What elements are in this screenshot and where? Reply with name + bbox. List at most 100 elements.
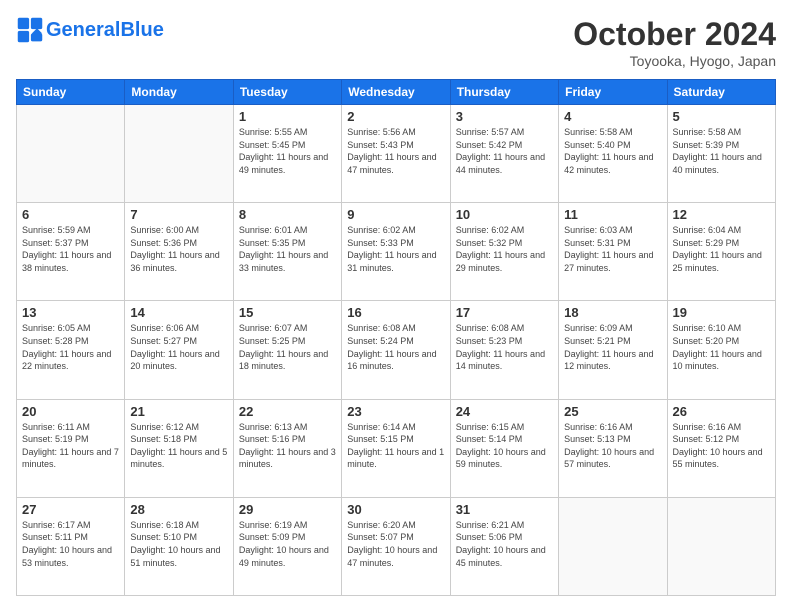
col-header-saturday: Saturday [667,80,775,105]
day-info: Sunrise: 6:10 AM Sunset: 5:20 PM Dayligh… [673,322,770,372]
week-row-2: 6Sunrise: 5:59 AM Sunset: 5:37 PM Daylig… [17,203,776,301]
day-info: Sunrise: 6:19 AM Sunset: 5:09 PM Dayligh… [239,519,336,569]
calendar-cell: 8 Sunrise: 6:01 AM Sunset: 5:35 PM Daylig… [233,203,341,301]
calendar-cell: 25 Sunrise: 6:16 AM Sunset: 5:13 PM Dayli… [559,399,667,497]
header: GeneralBlue October 2024 Toyooka, Hyogo,… [16,16,776,69]
day-number: 20 [22,404,119,419]
col-header-tuesday: Tuesday [233,80,341,105]
calendar-cell: 3Sunrise: 5:57 AM Sunset: 5:42 PM Daylig… [450,105,558,203]
calendar-cell: 4 Sunrise: 5:58 AM Sunset: 5:40 PM Daylig… [559,105,667,203]
day-info: Sunrise: 6:00 AM Sunset: 5:36 PM Dayligh… [130,224,227,274]
col-header-monday: Monday [125,80,233,105]
title-block: October 2024 Toyooka, Hyogo, Japan [573,16,776,69]
day-number: 25 [564,404,661,419]
day-info: Sunrise: 5:58 AM Sunset: 5:39 PM Dayligh… [673,126,770,176]
day-info: Sunrise: 5:58 AM Sunset: 5:40 PM Dayligh… [564,126,661,176]
day-number: 11 [564,207,661,222]
calendar-cell: 17Sunrise: 6:08 AM Sunset: 5:23 PM Dayli… [450,301,558,399]
logo-general: General [46,19,120,41]
col-header-wednesday: Wednesday [342,80,450,105]
day-info: Sunrise: 6:05 AM Sunset: 5:28 PM Dayligh… [22,322,119,372]
col-header-sunday: Sunday [17,80,125,105]
day-info: Sunrise: 6:02 AM Sunset: 5:33 PM Dayligh… [347,224,444,274]
calendar-cell: 19 Sunrise: 6:10 AM Sunset: 5:20 PM Dayli… [667,301,775,399]
day-number: 12 [673,207,770,222]
col-header-friday: Friday [559,80,667,105]
calendar-cell: 23 Sunrise: 6:14 AM Sunset: 5:15 PM Dayli… [342,399,450,497]
day-info: Sunrise: 6:16 AM Sunset: 5:12 PM Dayligh… [673,421,770,471]
day-info: Sunrise: 6:21 AM Sunset: 5:06 PM Dayligh… [456,519,553,569]
col-header-thursday: Thursday [450,80,558,105]
day-info: Sunrise: 6:13 AM Sunset: 5:16 PM Dayligh… [239,421,336,471]
calendar-cell [125,105,233,203]
calendar-cell: 24 Sunrise: 6:15 AM Sunset: 5:14 PM Dayli… [450,399,558,497]
month-title: October 2024 [573,16,776,53]
logo: GeneralBlue [16,16,164,44]
logo-blue: Blue [120,19,163,41]
calendar-cell: 20 Sunrise: 6:11 AM Sunset: 5:19 PM Dayli… [17,399,125,497]
header-row: SundayMondayTuesdayWednesdayThursdayFrid… [17,80,776,105]
calendar-cell: 13 Sunrise: 6:05 AM Sunset: 5:28 PM Dayli… [17,301,125,399]
day-info: Sunrise: 6:04 AM Sunset: 5:29 PM Dayligh… [673,224,770,274]
day-info: Sunrise: 6:14 AM Sunset: 5:15 PM Dayligh… [347,421,444,471]
day-info: Sunrise: 6:09 AM Sunset: 5:21 PM Dayligh… [564,322,661,372]
week-row-5: 27Sunrise: 6:17 AM Sunset: 5:11 PM Dayli… [17,497,776,595]
day-info: Sunrise: 6:11 AM Sunset: 5:19 PM Dayligh… [22,421,119,471]
day-number: 5 [673,109,770,124]
day-number: 27 [22,502,119,517]
day-number: 7 [130,207,227,222]
day-info: Sunrise: 6:01 AM Sunset: 5:35 PM Dayligh… [239,224,336,274]
calendar-cell: 9 Sunrise: 6:02 AM Sunset: 5:33 PM Daylig… [342,203,450,301]
day-number: 13 [22,305,119,320]
calendar-cell: 30 Sunrise: 6:20 AM Sunset: 5:07 PM Dayli… [342,497,450,595]
calendar-cell: 28Sunrise: 6:18 AM Sunset: 5:10 PM Dayli… [125,497,233,595]
calendar-cell: 5 Sunrise: 5:58 AM Sunset: 5:39 PM Daylig… [667,105,775,203]
day-number: 31 [456,502,553,517]
calendar-cell: 11 Sunrise: 6:03 AM Sunset: 5:31 PM Dayli… [559,203,667,301]
week-row-3: 13 Sunrise: 6:05 AM Sunset: 5:28 PM Dayli… [17,301,776,399]
day-number: 4 [564,109,661,124]
calendar-cell: 16 Sunrise: 6:08 AM Sunset: 5:24 PM Dayli… [342,301,450,399]
calendar-cell: 27Sunrise: 6:17 AM Sunset: 5:11 PM Dayli… [17,497,125,595]
day-number: 10 [456,207,553,222]
day-number: 15 [239,305,336,320]
day-info: Sunrise: 5:55 AM Sunset: 5:45 PM Dayligh… [239,126,336,176]
day-number: 9 [347,207,444,222]
day-info: Sunrise: 6:12 AM Sunset: 5:18 PM Dayligh… [130,421,227,471]
calendar-table: SundayMondayTuesdayWednesdayThursdayFrid… [16,79,776,596]
day-number: 19 [673,305,770,320]
day-number: 16 [347,305,444,320]
day-number: 22 [239,404,336,419]
day-number: 23 [347,404,444,419]
day-number: 24 [456,404,553,419]
calendar-cell: 1 Sunrise: 5:55 AM Sunset: 5:45 PM Daylig… [233,105,341,203]
day-number: 29 [239,502,336,517]
day-number: 8 [239,207,336,222]
calendar-cell [559,497,667,595]
day-number: 1 [239,109,336,124]
day-info: Sunrise: 6:06 AM Sunset: 5:27 PM Dayligh… [130,322,227,372]
day-number: 30 [347,502,444,517]
logo-text: GeneralBlue [46,20,164,40]
calendar-cell: 12 Sunrise: 6:04 AM Sunset: 5:29 PM Dayli… [667,203,775,301]
day-info: Sunrise: 6:08 AM Sunset: 5:23 PM Dayligh… [456,322,553,372]
day-info: Sunrise: 6:08 AM Sunset: 5:24 PM Dayligh… [347,322,444,372]
day-info: Sunrise: 6:16 AM Sunset: 5:13 PM Dayligh… [564,421,661,471]
week-row-1: 1 Sunrise: 5:55 AM Sunset: 5:45 PM Daylig… [17,105,776,203]
day-info: Sunrise: 6:15 AM Sunset: 5:14 PM Dayligh… [456,421,553,471]
location: Toyooka, Hyogo, Japan [573,53,776,69]
day-number: 21 [130,404,227,419]
day-info: Sunrise: 6:20 AM Sunset: 5:07 PM Dayligh… [347,519,444,569]
calendar-cell: 6Sunrise: 5:59 AM Sunset: 5:37 PM Daylig… [17,203,125,301]
day-info: Sunrise: 6:03 AM Sunset: 5:31 PM Dayligh… [564,224,661,274]
day-number: 14 [130,305,227,320]
calendar-cell: 18Sunrise: 6:09 AM Sunset: 5:21 PM Dayli… [559,301,667,399]
calendar-cell: 26Sunrise: 6:16 AM Sunset: 5:12 PM Dayli… [667,399,775,497]
week-row-4: 20 Sunrise: 6:11 AM Sunset: 5:19 PM Dayli… [17,399,776,497]
day-info: Sunrise: 5:57 AM Sunset: 5:42 PM Dayligh… [456,126,553,176]
calendar-cell: 21 Sunrise: 6:12 AM Sunset: 5:18 PM Dayli… [125,399,233,497]
day-info: Sunrise: 5:56 AM Sunset: 5:43 PM Dayligh… [347,126,444,176]
calendar-cell: 7 Sunrise: 6:00 AM Sunset: 5:36 PM Daylig… [125,203,233,301]
calendar-cell: 2Sunrise: 5:56 AM Sunset: 5:43 PM Daylig… [342,105,450,203]
logo-icon [16,16,44,44]
